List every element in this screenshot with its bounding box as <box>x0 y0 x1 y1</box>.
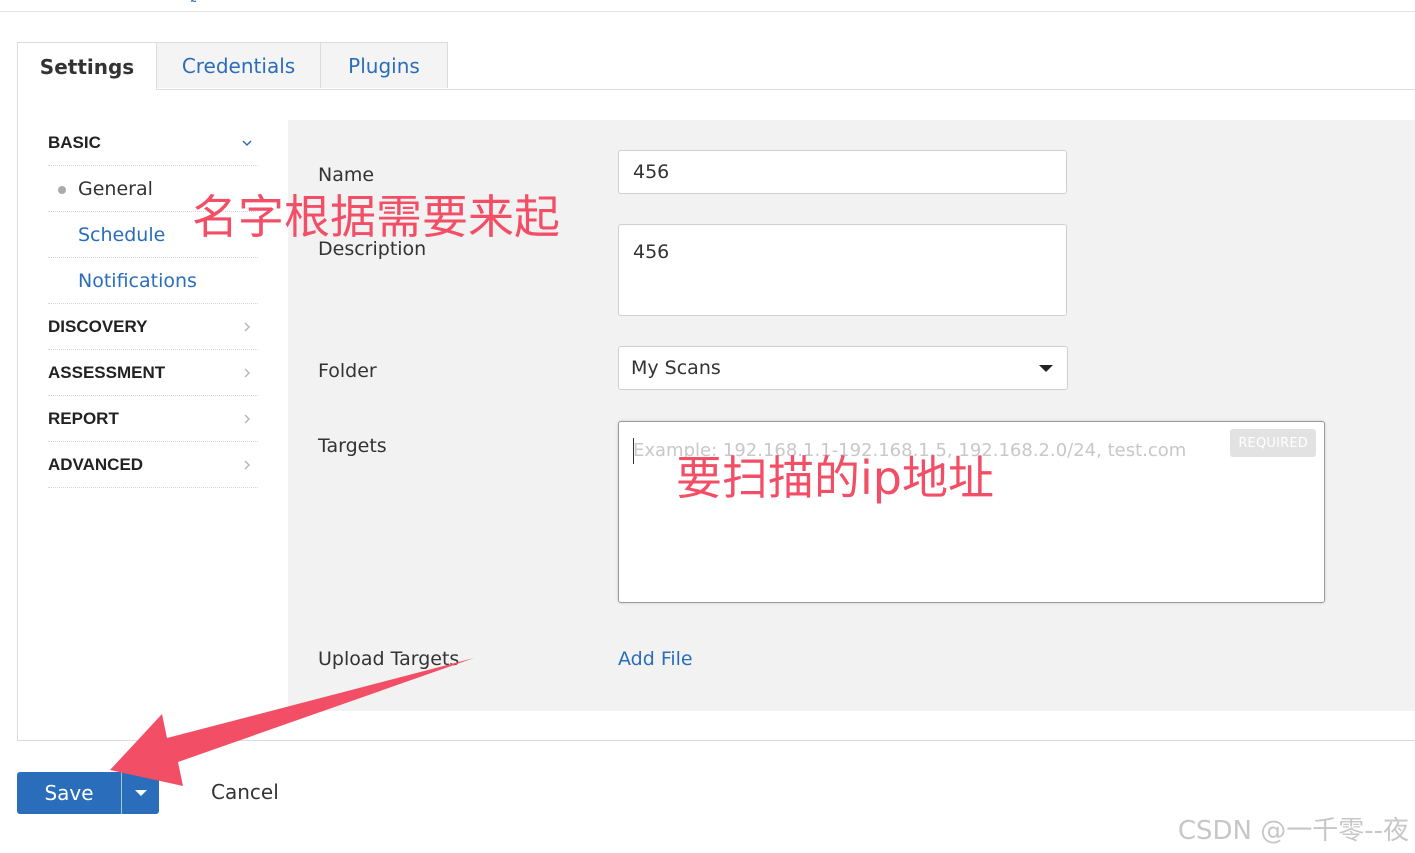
description-textarea[interactable]: 456 <box>618 224 1067 316</box>
chevron-right-icon <box>244 322 250 331</box>
sidebar-section-discovery[interactable]: DISCOVERY <box>48 304 258 350</box>
save-options-button[interactable] <box>122 772 159 814</box>
sidebar-item-label: Notifications <box>78 269 197 292</box>
sidebar-section-label: ASSESSMENT <box>48 362 166 382</box>
sidebar-section-label: BASIC <box>48 132 101 152</box>
add-file-link[interactable]: Add File <box>618 648 693 670</box>
cancel-button[interactable]: Cancel <box>211 780 279 804</box>
name-label: Name <box>318 164 375 186</box>
sidebar-section-basic[interactable]: BASIC <box>48 120 258 166</box>
settings-sidebar: BASIC General Schedule Notifications DIS… <box>48 120 258 488</box>
caret-down-icon <box>134 790 147 796</box>
watermark: CSDN @一千零--夜 <box>1177 816 1409 846</box>
save-button-group: Save <box>17 772 159 814</box>
sidebar-section-label: REPORT <box>48 408 119 428</box>
folder-label: Folder <box>318 360 377 382</box>
tab-settings[interactable]: Settings <box>17 42 157 90</box>
targets-textarea[interactable]: Example: 192.168.1.1-192.168.1.5, 192.16… <box>618 421 1325 603</box>
name-annotation: 名字根据需要来起 <box>192 190 560 244</box>
active-bullet-icon <box>58 186 66 194</box>
chevron-right-icon <box>244 460 250 469</box>
description-textarea-value: 456 <box>633 241 670 263</box>
chevron-right-icon <box>244 414 250 423</box>
sidebar-section-assessment[interactable]: ASSESSMENT <box>48 350 258 396</box>
sidebar-item-label: General <box>78 177 153 200</box>
dropdown-caret-icon <box>1039 365 1053 372</box>
sidebar-section-report[interactable]: REPORT <box>48 396 258 442</box>
sidebar-section-advanced[interactable]: ADVANCED <box>48 442 258 488</box>
name-input-value: 456 <box>633 161 670 183</box>
upload-targets-label: Upload Targets <box>318 648 460 670</box>
chevron-right-icon <box>244 368 250 377</box>
tab-plugins[interactable]: Plugins <box>321 42 448 88</box>
sidebar-section-label: DISCOVERY <box>48 316 148 336</box>
sidebar-section-label: ADVANCED <box>48 454 144 474</box>
chevron-down-icon <box>242 140 252 146</box>
required-badge: REQUIRED <box>1230 429 1316 457</box>
folder-select-value: My Scans <box>631 357 721 379</box>
text-cursor <box>633 438 634 464</box>
cropped-breadcrumb-fragment: p <box>190 0 196 2</box>
sidebar-item-label: Schedule <box>78 223 166 246</box>
targets-label: Targets <box>318 435 387 457</box>
folder-select[interactable]: My Scans <box>618 346 1068 390</box>
top-divider <box>0 11 1415 12</box>
sidebar-item-notifications[interactable]: Notifications <box>48 258 258 304</box>
tab-credentials[interactable]: Credentials <box>157 42 321 88</box>
save-divider <box>121 772 122 814</box>
name-input[interactable]: 456 <box>618 150 1067 194</box>
tab-bar: Settings Credentials Plugins <box>17 42 448 90</box>
targets-annotation: 要扫描的ip地址 <box>676 451 994 505</box>
save-button[interactable]: Save <box>17 772 121 814</box>
